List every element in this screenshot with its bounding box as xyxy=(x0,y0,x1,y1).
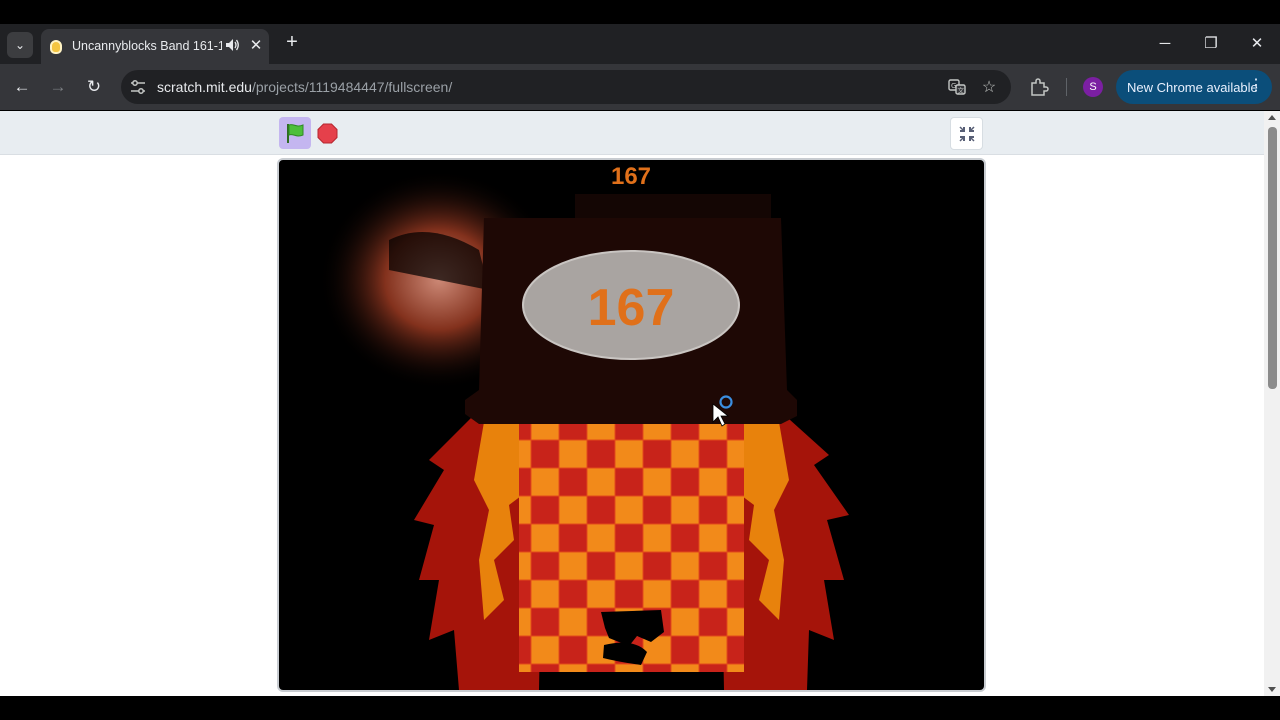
page-viewport: 167 167 xyxy=(0,111,1264,696)
reload-button[interactable]: ↻ xyxy=(81,74,107,100)
green-flag-icon xyxy=(287,124,304,143)
url-text: scratch.mit.edu/projects/1119484447/full… xyxy=(157,79,452,95)
green-flag-button[interactable] xyxy=(279,117,311,149)
face-number: 167 xyxy=(588,279,675,337)
star-icon[interactable]: ☆ xyxy=(979,77,999,97)
minimize-button[interactable]: ─ xyxy=(1150,30,1180,56)
project-controls-bar xyxy=(0,111,1264,155)
tune-icon[interactable] xyxy=(129,78,147,96)
active-tab[interactable]: Uncannyblocks Band 161-1 ✕ xyxy=(41,29,269,64)
exit-fullscreen-icon xyxy=(958,125,975,142)
url-path: /projects/1119484447/fullscreen/ xyxy=(251,79,453,95)
scratch-favicon-icon xyxy=(50,40,62,54)
scroll-down-arrow-icon[interactable] xyxy=(1268,687,1276,692)
screen-top-bar xyxy=(0,0,1280,24)
project-stage[interactable]: 167 167 xyxy=(277,158,986,692)
screen-bottom-bar xyxy=(0,696,1280,720)
scrollbar-thumb[interactable] xyxy=(1268,127,1277,389)
stage-canvas[interactable]: 167 167 xyxy=(279,160,984,690)
tab-strip: ⌄ Uncannyblocks Band 161-1 ✕ + ─ ❐ ✕ xyxy=(0,24,1280,64)
new-chrome-available-button[interactable]: New Chrome available ⋮ xyxy=(1116,70,1272,104)
translate-icon[interactable]: G 文 xyxy=(947,77,967,97)
avatar[interactable]: S xyxy=(1083,77,1103,97)
update-button-label: New Chrome available xyxy=(1127,79,1258,95)
url-host: scratch.mit.edu xyxy=(157,79,252,95)
window-close-button[interactable]: ✕ xyxy=(1242,30,1272,56)
counter-text: 167 xyxy=(611,163,651,190)
back-button[interactable]: ← xyxy=(9,74,35,100)
forward-button[interactable]: → xyxy=(45,74,71,100)
stop-sign-icon[interactable] xyxy=(317,123,338,144)
page-scrollbar[interactable] xyxy=(1264,111,1280,696)
chevron-down-icon[interactable]: ⌄ xyxy=(7,32,33,58)
kebab-menu-icon[interactable]: ⋮ xyxy=(1248,78,1264,94)
close-icon[interactable]: ✕ xyxy=(246,35,266,55)
toolbar-separator xyxy=(1066,78,1067,96)
new-tab-button[interactable]: + xyxy=(281,32,303,54)
block-top-edge xyxy=(575,194,771,218)
scroll-up-arrow-icon[interactable] xyxy=(1268,115,1276,120)
exit-fullscreen-button[interactable] xyxy=(950,117,983,150)
restore-button[interactable]: ❐ xyxy=(1196,30,1226,56)
speaker-icon[interactable] xyxy=(225,37,239,53)
svg-text:文: 文 xyxy=(958,86,965,95)
address-bar[interactable]: scratch.mit.edu/projects/1119484447/full… xyxy=(121,70,1011,104)
tab-title: Uncannyblocks Band 161-1 xyxy=(72,39,222,53)
puzzle-icon[interactable] xyxy=(1028,76,1050,98)
